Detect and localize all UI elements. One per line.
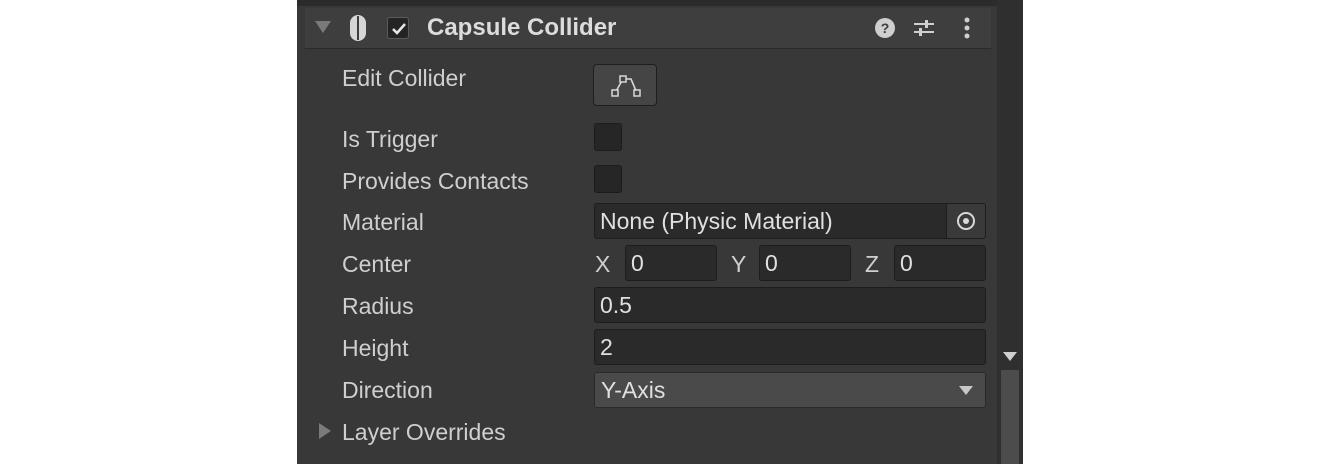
scrollbar[interactable] [997,0,1023,464]
more-icon[interactable] [953,14,981,42]
provides-contacts-checkbox[interactable] [594,165,622,193]
material-value: None (Physic Material) [600,208,833,234]
direction-label: Direction [342,377,433,403]
checkmark-icon [392,23,406,35]
center-z-field[interactable]: 0 [894,245,986,281]
center-y-field[interactable]: 0 [759,245,851,281]
edit-collider-button[interactable] [593,64,657,106]
scroll-thumb[interactable] [1001,370,1019,464]
center-y-label: Y [731,251,747,277]
capsule-icon [350,15,366,41]
center-x-field[interactable]: 0 [625,245,717,281]
inspector-panel: Capsule Collider ? Edit Collider Is Trig… [297,0,1023,464]
object-picker-button[interactable] [946,204,985,238]
provides-contacts-label: Provides Contacts [342,168,529,194]
layer-overrides-fold-icon[interactable] [319,423,331,439]
top-strip [297,0,1023,6]
is-trigger-label: Is Trigger [342,126,438,152]
center-label: Center [342,251,412,277]
material-label: Material [342,209,424,235]
is-trigger-checkbox[interactable] [594,123,622,151]
presets-icon[interactable] [910,14,938,42]
component-enabled-checkbox[interactable] [387,17,409,39]
radius-field[interactable]: 0.5 [594,287,986,323]
height-field[interactable]: 2 [594,329,986,365]
direction-dropdown[interactable]: Y-Axis [594,372,986,408]
help-icon[interactable]: ? [871,14,899,42]
center-z-label: Z [865,251,880,277]
radius-label: Radius [342,293,414,319]
direction-value: Y-Axis [601,377,666,403]
component-title: Capsule Collider [427,14,617,41]
layer-overrides-label[interactable]: Layer Overrides [342,418,506,446]
material-field[interactable]: None (Physic Material) [594,203,986,239]
height-label: Height [342,335,409,361]
component-header[interactable]: Capsule Collider ? [305,8,991,49]
edit-collider-label: Edit Collider [342,65,466,91]
center-x-label: X [595,251,611,277]
scroll-down-icon[interactable] [1003,352,1017,361]
edit-collider-icon [611,75,641,97]
fold-arrow-icon[interactable] [315,21,331,33]
object-picker-icon [957,212,975,230]
svg-text:?: ? [881,20,890,36]
chevron-down-icon [959,386,973,395]
